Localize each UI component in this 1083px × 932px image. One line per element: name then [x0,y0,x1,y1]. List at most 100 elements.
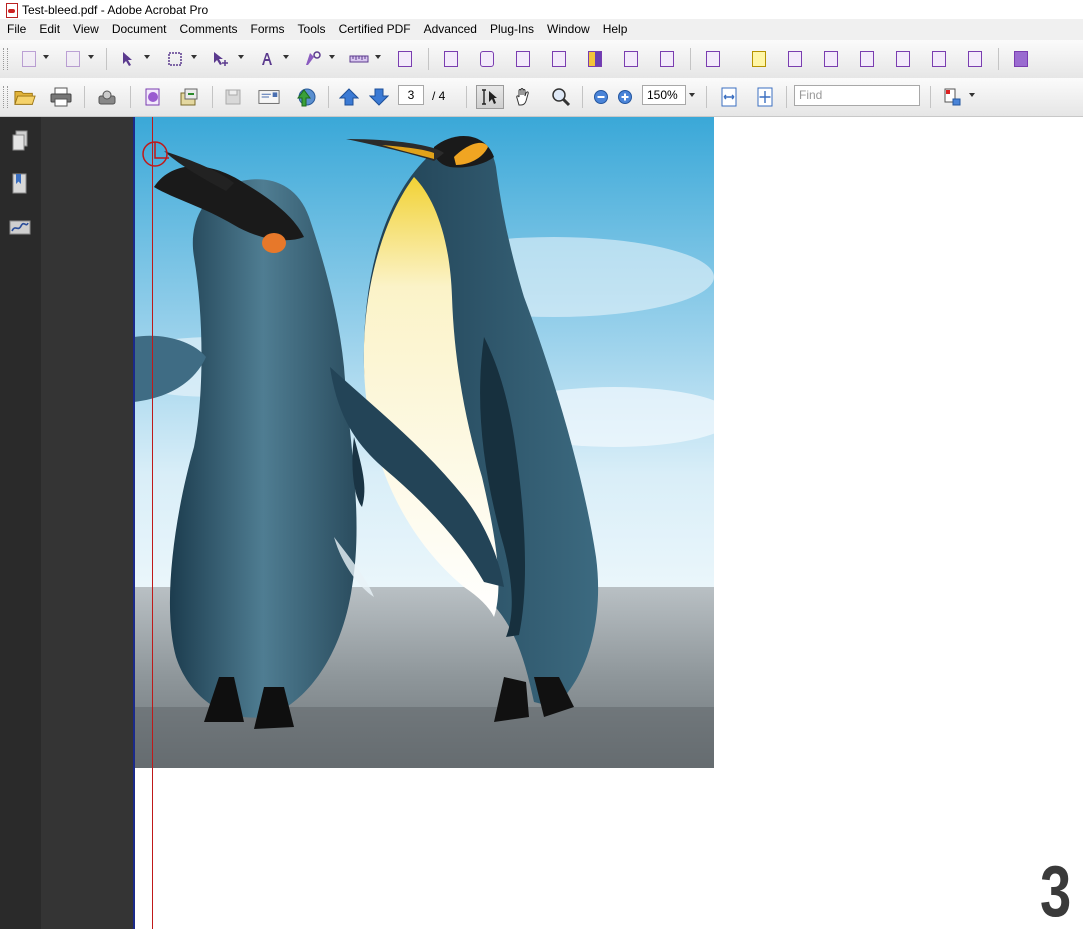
pdf-file-icon [4,2,18,18]
fit-page-icon[interactable] [754,87,776,107]
comment-note-icon[interactable] [748,49,770,69]
chevron-down-icon[interactable] [88,55,94,59]
pen-tool-icon[interactable] [302,49,324,69]
signatures-panel-icon[interactable] [8,215,32,239]
chevron-down-icon[interactable] [238,55,244,59]
chevron-down-icon[interactable] [144,55,150,59]
chevron-down-icon[interactable] [969,93,975,97]
toolbar-edit-tools [0,40,1083,79]
menu-certified-pdf[interactable]: Certified PDF [332,19,417,40]
zoom-level-field[interactable]: 150% [642,85,686,105]
rotate-forward-icon[interactable] [62,49,84,69]
menu-forms[interactable]: Forms [244,19,291,40]
menu-edit[interactable]: Edit [32,19,66,40]
fix-hairlines-icon[interactable] [548,49,570,69]
ink-manager-icon[interactable] [620,49,642,69]
navigation-pane [0,117,42,929]
title-bar: Test-bleed.pdf - Adobe Acrobat Pro [0,0,1083,19]
toolbar-grip[interactable] [3,48,8,70]
menu-help[interactable]: Help [596,19,634,40]
menu-view[interactable]: View [66,19,105,40]
upload-globe-icon[interactable] [294,87,316,107]
select-object-icon[interactable] [117,49,139,69]
toolbar-separator [212,86,213,108]
open-folder-icon[interactable] [14,87,36,107]
previous-page-icon[interactable] [338,87,360,107]
toolbar-separator [690,48,691,70]
toolbar-separator [466,86,467,108]
penguins-photo [134,117,714,768]
ruler-icon[interactable] [348,49,370,69]
chevron-down-icon[interactable] [283,55,289,59]
page-left-edge [133,117,135,929]
pages-panel-icon[interactable] [8,129,32,153]
zoom-dropdown-icon[interactable] [689,93,695,97]
find-input[interactable]: Find [794,85,920,106]
menu-window[interactable]: Window [540,19,596,40]
toolbar-separator [998,48,999,70]
move-object-icon[interactable] [210,49,232,69]
menu-document[interactable]: Document [105,19,173,40]
page-info-icon[interactable] [394,49,416,69]
toolbar-separator [428,48,429,70]
accessibility-check-icon[interactable] [892,49,914,69]
validate-icon[interactable] [928,49,950,69]
toolbar-grip[interactable] [3,86,8,108]
email-icon[interactable] [258,87,280,107]
chevron-down-icon[interactable] [43,55,49,59]
zoom-tool-icon[interactable] [550,87,572,107]
crop-box-icon[interactable] [784,49,806,69]
check-icon[interactable] [512,49,534,69]
toolbar-separator [706,86,707,108]
menu-tools[interactable]: Tools [291,19,332,40]
bleed-corner-mark [141,140,169,168]
zoom-in-icon[interactable] [614,87,636,107]
convert-colors-icon[interactable] [584,49,606,69]
hand-tool-icon[interactable] [512,87,534,107]
output-preview-icon[interactable] [476,49,498,69]
window-title: Test-bleed.pdf - Adobe Acrobat Pro [22,2,209,17]
toolbar-separator [106,48,107,70]
toolbar-navigation [0,78,1083,117]
menu-bar: File Edit View Document Comments Forms T… [0,19,1083,40]
fit-width-icon[interactable] [718,87,740,107]
page-number-label: 3 [1040,852,1071,932]
menu-comments[interactable]: Comments [173,19,244,40]
next-page-icon[interactable] [368,87,390,107]
toolbar-separator [84,86,85,108]
page-setup-icon[interactable] [942,87,964,107]
pdf-optimizer-icon[interactable] [856,49,878,69]
zoom-out-icon[interactable] [590,87,612,107]
save-icon[interactable] [222,87,244,107]
warning-icon[interactable] [964,49,986,69]
page-number-input[interactable]: 3 [398,85,424,105]
print-icon[interactable] [50,87,72,107]
plugin-tool-icon[interactable] [1010,49,1032,69]
text-touchup-icon[interactable] [256,49,278,69]
document-viewer-background [41,117,134,929]
menu-file[interactable]: File [0,19,32,40]
create-pdf-icon[interactable] [142,87,164,107]
toolbar-separator [582,86,583,108]
crop-pages-icon[interactable] [702,49,724,69]
rotate-back-icon[interactable] [18,49,40,69]
bleed-guide-line [152,117,153,929]
bookmarks-panel-icon[interactable] [8,172,32,196]
trap-presets-icon[interactable] [656,49,678,69]
chevron-down-icon[interactable] [375,55,381,59]
toolbar-separator [328,86,329,108]
page-total-label: / 4 [432,89,446,103]
flattener-icon[interactable] [820,49,842,69]
chevron-down-icon[interactable] [329,55,335,59]
export-icon[interactable] [178,87,200,107]
menu-plug-ins[interactable]: Plug-Ins [483,19,540,40]
toolbar-separator [786,86,787,108]
menu-advanced[interactable]: Advanced [417,19,483,40]
toolbar-separator [930,86,931,108]
preflight-icon[interactable] [440,49,462,69]
rectangle-select-icon[interactable] [164,49,186,69]
scan-icon[interactable] [96,87,118,107]
chevron-down-icon[interactable] [191,55,197,59]
toolbar-separator [130,86,131,108]
text-select-tool-icon[interactable] [476,85,504,109]
